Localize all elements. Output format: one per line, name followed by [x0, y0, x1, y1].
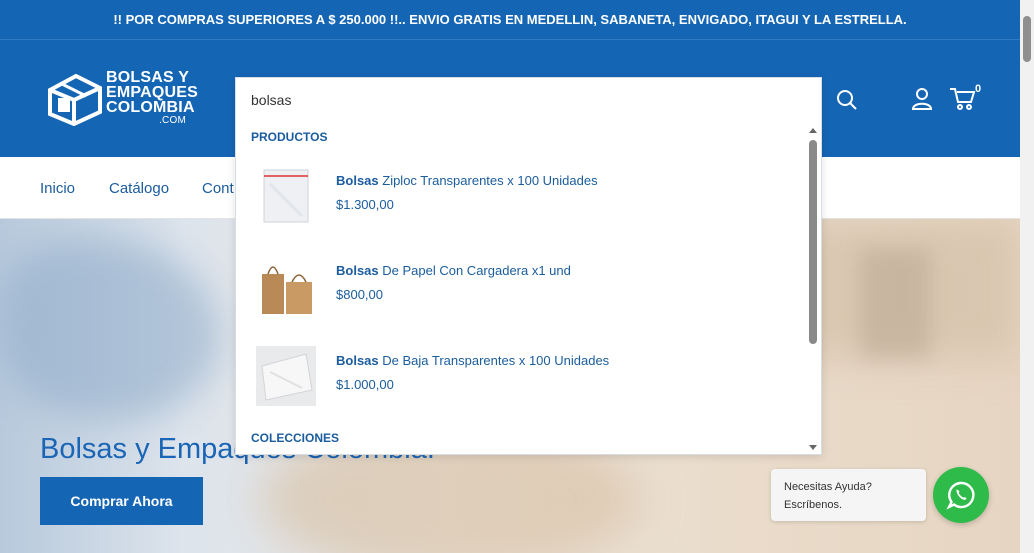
- logo-line-3: COLOMBIA: [106, 99, 195, 116]
- scroll-up-arrow-icon[interactable]: [808, 126, 818, 134]
- site-logo[interactable]: BOLSAS Y EMPAQUES COLOMBIA .COM: [46, 70, 206, 130]
- result-title-rest: De Baja Transparentes x 100 Unidades: [378, 353, 610, 368]
- dropdown-scrollbar-thumb[interactable]: [809, 140, 817, 344]
- plastic-bag-thumbnail: [256, 346, 316, 406]
- products-heading: PRODUCTOS: [251, 130, 328, 144]
- result-match: Bolsas: [336, 173, 379, 188]
- result-title: Bolsas De Baja Transparentes x 100 Unida…: [336, 353, 609, 368]
- announcement-bar: !! POR COMPRAS SUPERIORES A $ 250.000 !!…: [0, 0, 1020, 40]
- scroll-down-arrow-icon[interactable]: [808, 444, 818, 452]
- nav-item-contacto[interactable]: Cont: [202, 180, 234, 197]
- result-price: $1.000,00: [336, 377, 394, 392]
- search-result-item[interactable]: Bolsas Ziploc Transparentes x 100 Unidad…: [254, 166, 794, 228]
- dropdown-scrollbar[interactable]: [808, 126, 818, 454]
- help-line-1: Necesitas Ayuda?: [784, 481, 872, 493]
- cart-count-badge: 0: [975, 83, 982, 95]
- search-dropdown: PRODUCTOS Bolsas Ziploc Transparentes x …: [235, 77, 822, 455]
- box-logo-icon: [48, 73, 102, 126]
- collections-heading: COLECCIONES: [251, 431, 340, 445]
- result-title: Bolsas Ziploc Transparentes x 100 Unidad…: [336, 173, 598, 188]
- result-title-rest: De Papel Con Cargadera x1 und: [378, 263, 571, 278]
- page-scrollbar[interactable]: [1020, 0, 1034, 553]
- announcement-text: !! POR COMPRAS SUPERIORES A $ 250.000 !!…: [113, 12, 907, 27]
- logo-wordmark: BOLSAS Y EMPAQUES COLOMBIA .COM: [106, 70, 198, 127]
- result-price: $800,00: [336, 287, 383, 302]
- result-match: Bolsas: [336, 263, 379, 278]
- nav-item-catalogo[interactable]: Catálogo: [109, 180, 169, 197]
- help-line-2: Escríbenos.: [784, 499, 843, 511]
- whatsapp-button[interactable]: [933, 467, 989, 523]
- paper-bag-thumbnail: [256, 256, 316, 316]
- hero-image-blur: [860, 249, 930, 359]
- result-price: $1.300,00: [336, 197, 394, 212]
- logo-line-4: .COM: [159, 115, 186, 126]
- page-scrollbar-thumb[interactable]: [1023, 16, 1031, 62]
- help-bubble[interactable]: Necesitas Ayuda? Escríbenos.: [771, 469, 926, 521]
- search-result-item[interactable]: Bolsas De Baja Transparentes x 100 Unida…: [254, 346, 794, 408]
- whatsapp-icon: [946, 481, 975, 510]
- account-icon[interactable]: [911, 87, 933, 116]
- search-result-item[interactable]: Bolsas De Papel Con Cargadera x1 und $80…: [254, 256, 794, 318]
- cart-icon[interactable]: [949, 86, 977, 117]
- result-title-rest: Ziploc Transparentes x 100 Unidades: [378, 173, 598, 188]
- shop-now-button[interactable]: Comprar Ahora: [40, 477, 203, 525]
- result-match: Bolsas: [336, 353, 379, 368]
- search-input[interactable]: [236, 78, 821, 121]
- ziploc-bag-thumbnail: [256, 166, 316, 226]
- search-icon[interactable]: [836, 89, 858, 116]
- hero-image-blur: [0, 239, 220, 419]
- nav-item-inicio[interactable]: Inicio: [40, 180, 75, 197]
- result-title: Bolsas De Papel Con Cargadera x1 und: [336, 263, 571, 278]
